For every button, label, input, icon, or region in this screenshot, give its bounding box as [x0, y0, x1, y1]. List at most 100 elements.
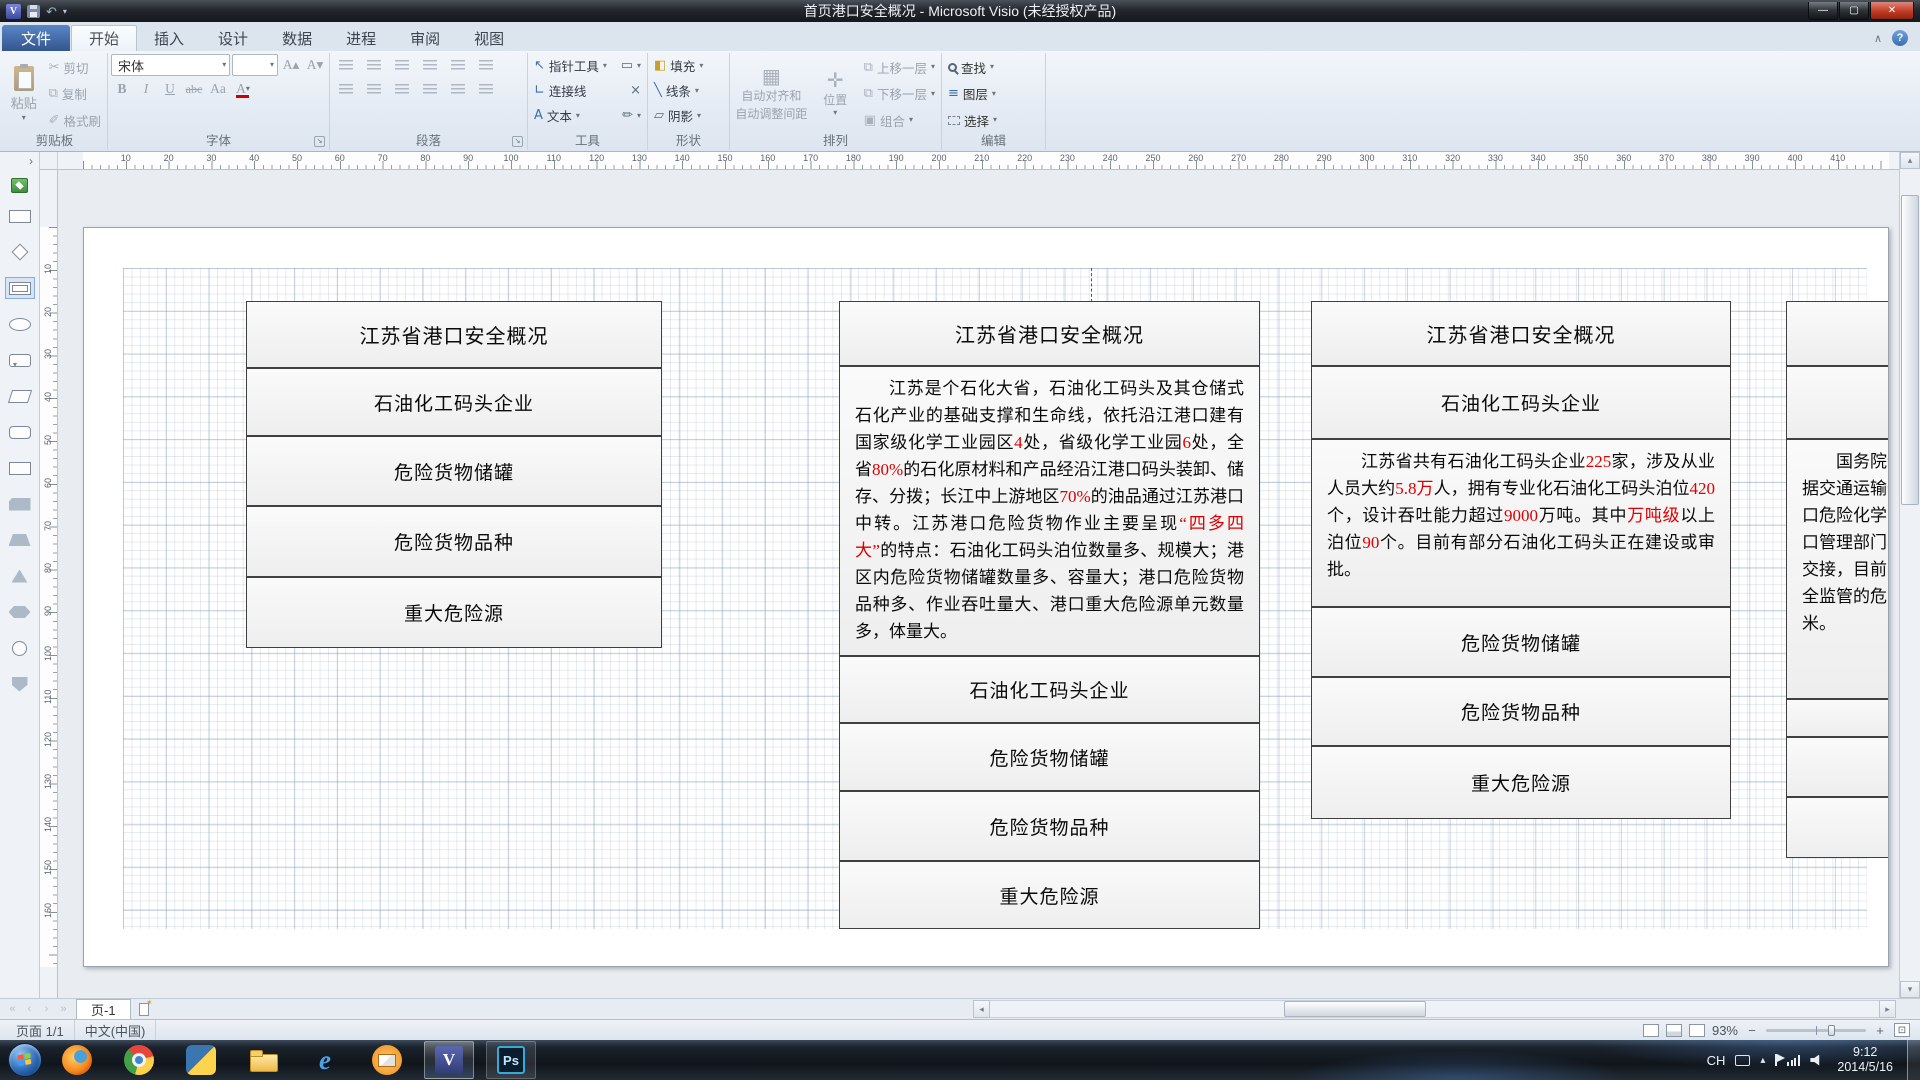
tab-process[interactable]: 进程 — [329, 25, 393, 51]
taskbar-python-button[interactable] — [176, 1041, 226, 1079]
box-blank-4d[interactable] — [1786, 797, 1889, 858]
box-overview-3[interactable]: 江苏省港口安全概况 — [1311, 301, 1731, 366]
language-bar[interactable]: CH — [1707, 1053, 1726, 1068]
tab-home[interactable]: 开始 — [71, 25, 137, 51]
cut-button[interactable]: ✂剪切 — [46, 56, 104, 78]
text-tool-button[interactable]: A文本▾ — [531, 104, 583, 127]
shapes-panel[interactable]: › — [0, 152, 40, 998]
drawing-canvas[interactable]: 江苏省港口安全概况石油化工码头企业危险货物储罐危险货物品种重大危险源江苏省港口安… — [58, 170, 1899, 998]
clock[interactable]: 9:12 2014/5/16 — [1833, 1045, 1897, 1075]
line-spacing-button[interactable] — [417, 54, 443, 76]
find-button[interactable]: 查找▾ — [945, 56, 1000, 78]
show-desktop-button[interactable] — [1907, 1040, 1920, 1080]
columns-button[interactable] — [473, 78, 499, 100]
save-button[interactable] — [27, 5, 40, 18]
taskbar-mail-button[interactable] — [362, 1041, 412, 1079]
scroll-up-button[interactable]: ▴ — [1900, 152, 1920, 169]
connection-point-button[interactable]: × — [627, 79, 644, 102]
box-varieties-2[interactable]: 危险货物品种 — [839, 791, 1260, 861]
shape-parallelogram[interactable] — [5, 385, 35, 407]
box-tanks-2[interactable]: 危险货物储罐 — [839, 723, 1260, 791]
start-button[interactable] — [8, 1043, 42, 1077]
shape-framed-rectangle[interactable] — [5, 277, 35, 299]
box-overview-1[interactable]: 江苏省港口安全概况 — [246, 301, 662, 368]
bring-forward-button[interactable]: ⧉上移一层▾ — [861, 56, 938, 78]
fit-page-to-window-button[interactable]: ⊡ — [1894, 1023, 1910, 1037]
pointer-tool-button[interactable]: ↖指针工具▾ — [531, 54, 610, 77]
shape-diamond[interactable] — [5, 241, 35, 263]
shape-rectangle-plain[interactable] — [5, 457, 35, 479]
close-button[interactable]: ✕ — [1870, 2, 1914, 20]
expand-shapes-panel-button[interactable]: › — [29, 154, 33, 168]
align-right-button[interactable] — [389, 78, 415, 100]
taskbar-visio-button[interactable]: V — [424, 1041, 474, 1079]
shape-card[interactable] — [5, 493, 35, 515]
insert-page-button[interactable] — [135, 1001, 157, 1018]
underline-button[interactable]: U — [159, 78, 181, 100]
minimize-button[interactable]: — — [1808, 2, 1838, 20]
font-dialog-launcher[interactable] — [314, 136, 325, 147]
box-tanks-3[interactable]: 危险货物储罐 — [1311, 607, 1731, 677]
drawing-page[interactable]: 江苏省港口安全概况石油化工码头企业危险货物储罐危险货物品种重大危险源江苏省港口安… — [83, 227, 1889, 967]
taskbar-chrome-button[interactable] — [114, 1041, 164, 1079]
tab-design[interactable]: 设计 — [201, 25, 265, 51]
box-intro-text[interactable]: 江苏是个石化大省，石油化工码头及其仓储式石化产业的基础支撑和生命线，依托沿江港口… — [839, 366, 1260, 656]
send-backward-button[interactable]: ⧉下移一层▾ — [861, 83, 938, 105]
language-indicator[interactable]: 中文(中国) — [75, 1020, 157, 1040]
box-varieties-1[interactable]: 危险货物品种 — [246, 506, 662, 577]
horizontal-scroll-thumb[interactable] — [1284, 1001, 1426, 1017]
box-stats-text[interactable]: 江苏省共有石油化工码头企业225家，涉及从业人员大约5.8万人，拥有专业化石油化… — [1311, 439, 1731, 607]
shape-ellipse[interactable] — [5, 313, 35, 335]
help-button[interactable]: ? — [1892, 30, 1908, 46]
zoom-slider[interactable] — [1766, 1029, 1866, 1032]
customize-quick-access-button[interactable]: ▾ — [63, 7, 67, 16]
font-name-select[interactable]: 宋体▾ — [111, 54, 230, 76]
format-painter-button[interactable]: ✐格式刷 — [46, 109, 104, 131]
page-tab[interactable]: 页-1 — [76, 999, 131, 1019]
font-color-button[interactable]: A▾ — [231, 78, 255, 100]
bullets-button[interactable] — [333, 54, 359, 76]
zoom-in-button[interactable]: + — [1873, 1023, 1887, 1038]
taskbar-firefox-button[interactable] — [52, 1041, 102, 1079]
next-page-button[interactable]: › — [38, 1001, 55, 1018]
strikethrough-button[interactable]: abc — [183, 78, 205, 100]
freeform-tool-button[interactable]: ✏▾ — [619, 104, 644, 127]
shapes-window-icon[interactable] — [11, 178, 28, 193]
minimize-ribbon-button[interactable]: ∧ — [1874, 32, 1882, 45]
box-hazards-1[interactable]: 重大危险源 — [246, 577, 662, 648]
shape-trapezoid[interactable] — [5, 529, 35, 551]
shape-hexagon[interactable] — [5, 601, 35, 623]
tab-insert[interactable]: 插入 — [137, 25, 201, 51]
vertical-scroll-thumb[interactable] — [1901, 195, 1919, 505]
vertical-scrollbar[interactable]: ▴ ▾ — [1899, 152, 1920, 998]
zoom-out-button[interactable]: − — [1745, 1023, 1759, 1038]
volume-icon[interactable] — [1810, 1055, 1823, 1066]
box-overview-2[interactable]: 江苏省港口安全概况 — [839, 301, 1260, 366]
vertical-scroll-track[interactable] — [1900, 169, 1920, 981]
visio-app-icon[interactable]: V — [6, 4, 21, 19]
full-screen-view-button[interactable] — [1666, 1024, 1682, 1037]
position-button[interactable]: ✛ 位置 ▾ — [813, 54, 858, 133]
justify-button[interactable] — [417, 78, 443, 100]
undo-button[interactable]: ↶ — [46, 5, 57, 18]
align-center-button[interactable] — [361, 78, 387, 100]
box-petrochem-1[interactable]: 石油化工码头企业 — [246, 368, 662, 436]
box-petrochem-2[interactable]: 石油化工码头企业 — [839, 656, 1260, 723]
network-icon[interactable] — [1787, 1055, 1800, 1066]
zoom-slider-thumb[interactable] — [1828, 1025, 1835, 1036]
change-case-button[interactable]: Aa — [207, 78, 229, 100]
shape-callout[interactable] — [5, 349, 35, 371]
font-size-select[interactable]: ▾ — [232, 54, 278, 76]
shape-rectangle[interactable] — [5, 205, 35, 227]
vertical-ruler[interactable]: 102030405060708090100110120130140150160 — [40, 170, 58, 998]
group-button[interactable]: ▣组合▾ — [861, 109, 938, 131]
horizontal-ruler[interactable]: 1020304050607080901001101201301401501601… — [58, 152, 1899, 170]
shape-shield[interactable] — [5, 673, 35, 695]
box-petrochem-3[interactable]: 石油化工码头企业 — [1311, 366, 1731, 439]
taskbar-explorer-button[interactable] — [238, 1041, 288, 1079]
connector-tool-button[interactable]: ∟连接线 — [531, 79, 589, 102]
italic-button[interactable]: I — [135, 78, 157, 100]
box-blank-4c[interactable] — [1786, 737, 1889, 797]
box-hazards-3[interactable]: 重大危险源 — [1311, 746, 1731, 819]
scroll-right-button[interactable]: ▸ — [1879, 1000, 1896, 1018]
